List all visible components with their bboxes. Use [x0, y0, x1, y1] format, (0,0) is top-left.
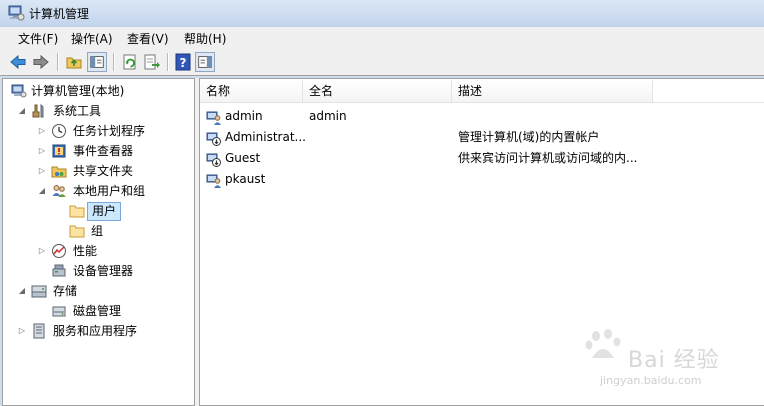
- tree-label: 磁盘管理: [73, 304, 122, 318]
- menu-help[interactable]: 帮助(H): [182, 30, 228, 47]
- menu-view[interactable]: 查看(V): [125, 30, 171, 47]
- window-title: 计算机管理: [29, 7, 90, 21]
- show-hide-console-tree-icon[interactable]: [87, 52, 107, 72]
- tree-label: 设备管理器: [73, 264, 134, 278]
- user-name: pkaust: [225, 172, 266, 186]
- collapsed-arrow-icon[interactable]: ▷: [37, 141, 47, 161]
- header-divider: [200, 102, 764, 103]
- help-icon[interactable]: ?: [173, 52, 193, 72]
- menu-action[interactable]: 操作(A): [69, 30, 115, 47]
- tree-item-performance[interactable]: ▷ 性能: [3, 241, 193, 261]
- table-row[interactable]: Administrat... 管理计算机(域)的内置帐户: [200, 127, 764, 148]
- computer-management-icon: [11, 84, 27, 98]
- tree-item-groups[interactable]: 组: [3, 221, 193, 241]
- user-name: Guest: [225, 151, 261, 165]
- device-manager-icon: [52, 264, 66, 277]
- tree-item-event-viewer[interactable]: ▷ 事件查看器: [3, 141, 193, 161]
- storage-icon: [31, 285, 47, 298]
- user-icon: [206, 111, 221, 125]
- toolbar: ?: [0, 48, 764, 76]
- user-description: 管理计算机(域)的内置帐户: [458, 130, 600, 144]
- tree-label: 共享文件夹: [73, 164, 134, 178]
- tree-item-users[interactable]: 用户: [3, 201, 193, 221]
- folder-icon: [69, 225, 85, 238]
- tools-icon: [32, 103, 44, 118]
- disabled-user-icon: [206, 132, 221, 146]
- back-arrow-icon[interactable]: [8, 52, 28, 72]
- tree-item-shared-folders[interactable]: ▷ 共享文件夹: [3, 161, 193, 181]
- collapsed-arrow-icon[interactable]: ▷: [37, 121, 47, 141]
- tree-item-system-tools[interactable]: ◢ 系统工具: [3, 101, 193, 121]
- tree-label: 任务计划程序: [73, 124, 146, 138]
- event-viewer-icon: [52, 144, 66, 158]
- tree-label: 事件查看器: [73, 144, 134, 158]
- toolbar-separator: [113, 53, 115, 71]
- title-bar[interactable]: 计算机管理: [0, 0, 764, 26]
- table-row[interactable]: admin admin: [200, 106, 764, 127]
- collapsed-arrow-icon[interactable]: ▷: [37, 241, 47, 261]
- user-list[interactable]: 名称 全名 描述 admin admin Administrat... 管理计算…: [199, 78, 764, 406]
- expanded-arrow-icon[interactable]: ◢: [17, 101, 27, 121]
- svg-text:?: ?: [180, 56, 187, 70]
- console-tree[interactable]: 计算机管理(本地) ◢ 系统工具 ▷ 任务计划程序 ▷ 事件查看器 ▷ 共享文件…: [2, 78, 195, 406]
- tree-item-task-scheduler[interactable]: ▷ 任务计划程序: [3, 121, 193, 141]
- users-group-icon: [52, 185, 66, 197]
- tree-label: 本地用户和组: [73, 184, 146, 198]
- tree-item-storage[interactable]: ◢ 存储: [3, 281, 193, 301]
- forward-arrow-icon[interactable]: [31, 52, 51, 72]
- column-header-full-name[interactable]: 全名: [303, 80, 452, 102]
- tree-item-device-manager[interactable]: 设备管理器: [3, 261, 193, 281]
- user-description: 供来宾访问计算机或访问域的内...: [458, 151, 638, 165]
- expanded-arrow-icon[interactable]: ◢: [37, 181, 47, 201]
- tree-label: 计算机管理(本地): [31, 84, 125, 98]
- table-row[interactable]: Guest 供来宾访问计算机或访问域的内...: [200, 148, 764, 169]
- tree-item-services-apps[interactable]: ▷ 服务和应用程序: [3, 321, 193, 341]
- refresh-icon[interactable]: [120, 52, 140, 72]
- shared-folder-icon: [51, 166, 67, 178]
- collapsed-arrow-icon[interactable]: ▷: [17, 321, 27, 341]
- tree-label: 组: [91, 224, 104, 238]
- tree-label: 服务和应用程序: [53, 324, 138, 338]
- performance-icon: [52, 244, 66, 258]
- up-folder-icon[interactable]: [64, 52, 84, 72]
- export-list-icon[interactable]: [142, 52, 162, 72]
- show-hide-action-pane-icon[interactable]: [195, 52, 215, 72]
- user-full-name: admin: [309, 109, 347, 123]
- toolbar-separator: [167, 53, 169, 71]
- toolbar-separator: [57, 53, 59, 71]
- menu-file[interactable]: 文件(F): [16, 30, 60, 47]
- tree-item-disk-management[interactable]: 磁盘管理: [3, 301, 193, 321]
- tree-label: 存储: [53, 284, 78, 298]
- disabled-user-icon: [206, 153, 221, 167]
- tree-item-computer-management[interactable]: 计算机管理(本地): [3, 81, 193, 101]
- table-row[interactable]: pkaust: [200, 169, 764, 190]
- disk-icon: [52, 306, 66, 317]
- tree-label: 性能: [73, 244, 98, 258]
- user-name: admin: [225, 109, 263, 123]
- folder-icon: [69, 205, 85, 218]
- expanded-arrow-icon[interactable]: ◢: [17, 281, 27, 301]
- computer-management-icon: [8, 5, 25, 21]
- menu-bar: 文件(F) 操作(A) 查看(V) 帮助(H): [0, 26, 764, 48]
- user-name: Administrat...: [225, 130, 305, 144]
- tree-item-local-users-groups[interactable]: ◢ 本地用户和组: [3, 181, 193, 201]
- tree-label: 用户: [87, 202, 122, 221]
- services-icon: [33, 323, 45, 339]
- tree-label: 系统工具: [53, 104, 102, 118]
- column-header-name[interactable]: 名称: [200, 80, 303, 102]
- user-icon: [206, 174, 221, 188]
- clock-icon: [52, 124, 66, 138]
- column-header-description[interactable]: 描述: [452, 80, 653, 102]
- collapsed-arrow-icon[interactable]: ▷: [37, 161, 47, 181]
